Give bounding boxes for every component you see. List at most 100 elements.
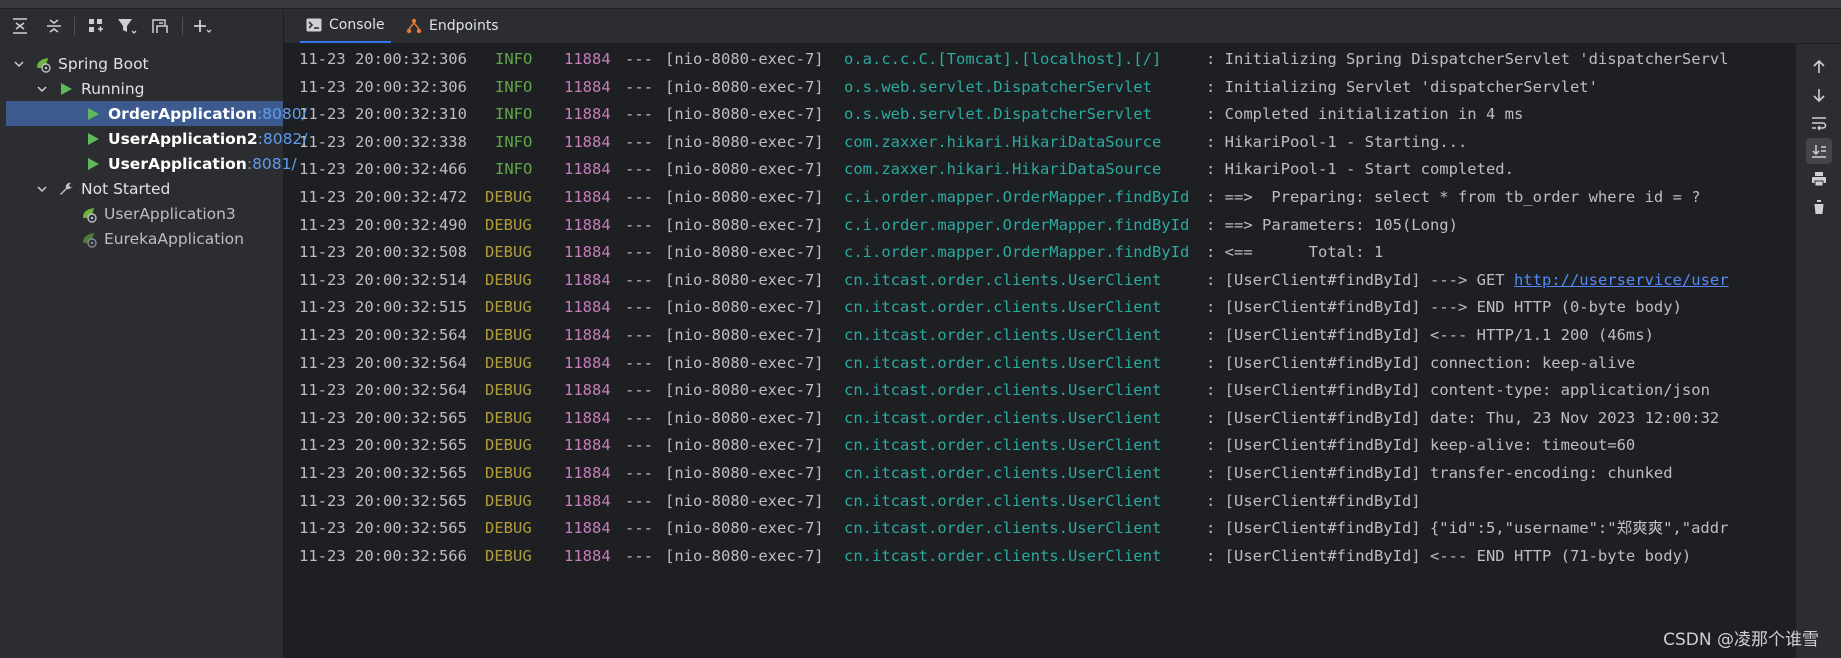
app-port-link[interactable]: :8080/ [257, 105, 307, 123]
log-ts: 11-23 20:00:32:515 [299, 298, 467, 317]
log-msg: : [UserClient#findById] transfer-encodin… [1206, 464, 1673, 482]
log-link[interactable]: http://userservice/user [1514, 271, 1729, 289]
console-output[interactable]: 11-23 20:00:32:306 INFO 11884 --- [nio-8080-… [284, 44, 1796, 658]
new-group-icon[interactable] [148, 14, 172, 38]
app-port-link[interactable]: :8082/ [258, 130, 308, 148]
log-logger: cn.itcast.order.clients.UserClient [844, 436, 1162, 455]
app-name: UserApplication3 [104, 204, 236, 223]
log-msg: : [UserClient#findById] <--- HTTP/1.1 20… [1206, 326, 1654, 344]
log-logger: c.i.order.mapper.OrderMapper.findById [844, 188, 1190, 206]
expand-all-icon[interactable] [8, 14, 32, 38]
log-pid: 11884 [564, 215, 611, 234]
log-ts: 11-23 20:00:32:564 [299, 353, 467, 372]
log-msg: : [UserClient#findById] content-type: ap… [1206, 381, 1710, 400]
log-line: 11-23 20:00:32:565 DEBUG 11884 --- [nio-8080… [299, 515, 1789, 542]
clear-all-icon[interactable] [1806, 194, 1832, 220]
services-panel: Spring Boot Running OrderApplication :80… [0, 9, 308, 658]
log-ts: 11-23 20:00:32:466 [299, 160, 467, 179]
soft-wrap-icon[interactable] [1806, 110, 1832, 136]
log-line: 11-23 20:00:32:306 INFO 11884 --- [nio-8080-… [299, 74, 1789, 101]
log-thread: [nio-8080-exec-7] [665, 77, 824, 96]
log-level: DEBUG [485, 436, 532, 455]
tree-node-spring-boot[interactable]: Spring Boot [0, 51, 295, 76]
log-logger: cn.itcast.order.clients.UserClient [844, 546, 1162, 565]
log-level: DEBUG [485, 381, 532, 400]
tree-node-label: Spring Boot [58, 54, 149, 73]
log-line: 11-23 20:00:32:565 DEBUG 11884 --- [nio-8080… [299, 488, 1789, 515]
toolbar-separator [182, 17, 183, 35]
log-level: DEBUG [485, 519, 532, 538]
collapse-all-icon[interactable] [42, 14, 66, 38]
log-thread: [nio-8080-exec-7] [665, 215, 824, 234]
log-pid: 11884 [564, 298, 611, 317]
run-icon [84, 155, 102, 173]
log-msg: : ==> Preparing: select * from tb_order … [1206, 188, 1701, 206]
log-line: 11-23 20:00:32:310 INFO 11884 --- [nio-8080-… [299, 101, 1789, 128]
log-sep: --- [625, 464, 653, 482]
log-ts: 11-23 20:00:32:565 [299, 491, 467, 510]
log-pid: 11884 [564, 546, 611, 565]
add-icon[interactable] [190, 14, 214, 38]
services-toolbar [0, 9, 283, 43]
log-ts: 11-23 20:00:32:508 [299, 243, 467, 262]
log-msg: : [UserClient#findById] ---> GET http://… [1206, 270, 1729, 289]
tree-node-label: Running [81, 79, 145, 98]
log-logger: o.a.c.c.C.[Tomcat].[localhost].[/] [844, 50, 1162, 68]
log-msg: : ==> Parameters: 105(Long) [1206, 215, 1458, 234]
log-logger: com.zaxxer.hikari.HikariDataSource [844, 160, 1162, 179]
chevron-down-icon[interactable] [35, 82, 49, 96]
tab-endpoints[interactable]: Endpoints [400, 9, 505, 43]
filter-icon[interactable] [115, 14, 139, 38]
log-sep: --- [625, 105, 653, 124]
log-ts: 11-23 20:00:32:338 [299, 132, 467, 151]
log-level: DEBUG [485, 188, 532, 206]
tree-node-not-started[interactable]: Not Started [0, 176, 318, 201]
log-sep: --- [625, 160, 653, 179]
tab-label: Endpoints [429, 18, 499, 34]
log-line: 11-23 20:00:32:490 DEBUG 11884 --- [nio-8080… [299, 212, 1789, 239]
chevron-down-icon[interactable] [35, 182, 49, 196]
log-pid: 11884 [564, 50, 611, 68]
log-ts: 11-23 20:00:32:310 [299, 105, 467, 124]
log-pid: 11884 [564, 243, 611, 262]
scroll-to-end-icon[interactable] [1806, 138, 1832, 164]
log-msg: : HikariPool-1 - Start completed. [1206, 160, 1514, 179]
scroll-up-icon[interactable] [1806, 54, 1832, 80]
spring-boot-icon [80, 205, 98, 223]
log-pid: 11884 [564, 270, 611, 289]
log-ts: 11-23 20:00:32:565 [299, 464, 467, 482]
group-by-icon[interactable] [84, 14, 108, 38]
log-level: INFO [495, 105, 533, 124]
log-ts: 11-23 20:00:32:565 [299, 408, 467, 427]
log-ts: 11-23 20:00:32:566 [299, 546, 467, 565]
log-sep: --- [625, 436, 653, 455]
log-thread: [nio-8080-exec-7] [665, 353, 824, 372]
log-thread: [nio-8080-exec-7] [665, 270, 824, 289]
spring-boot-icon [80, 230, 98, 248]
print-icon[interactable] [1806, 166, 1832, 192]
log-ts: 11-23 20:00:32:565 [299, 519, 467, 538]
log-ts: 11-23 20:00:32:472 [299, 188, 467, 206]
log-thread: [nio-8080-exec-7] [665, 132, 824, 151]
log-msg: : [UserClient#findById] {"id":5,"usernam… [1206, 519, 1729, 538]
log-msg: : Completed initialization in 4 ms [1206, 105, 1524, 124]
log-logger: cn.itcast.order.clients.UserClient [844, 353, 1162, 372]
log-level: DEBUG [485, 464, 532, 482]
log-line: 11-23 20:00:32:565 DEBUG 11884 --- [nio-8080… [299, 460, 1789, 487]
log-sep: --- [625, 77, 653, 96]
scroll-down-icon[interactable] [1806, 82, 1832, 108]
log-level: DEBUG [485, 298, 532, 317]
tab-label: Console [329, 17, 385, 33]
log-pid: 11884 [564, 491, 611, 510]
log-pid: 11884 [564, 326, 611, 344]
log-level: INFO [495, 132, 533, 151]
tab-console[interactable]: Console [300, 9, 391, 43]
log-ts: 11-23 20:00:32:564 [299, 326, 467, 344]
chevron-down-icon[interactable] [12, 57, 26, 71]
log-line: 11-23 20:00:32:466 INFO 11884 --- [nio-8080-… [299, 156, 1789, 183]
log-thread: [nio-8080-exec-7] [665, 491, 824, 510]
log-msg: : [UserClient#findById] <--- END HTTP (7… [1206, 546, 1692, 565]
app-port-link[interactable]: :8081/ [247, 155, 297, 173]
log-thread: [nio-8080-exec-7] [665, 50, 824, 68]
tree-node-running[interactable]: Running [0, 76, 318, 101]
